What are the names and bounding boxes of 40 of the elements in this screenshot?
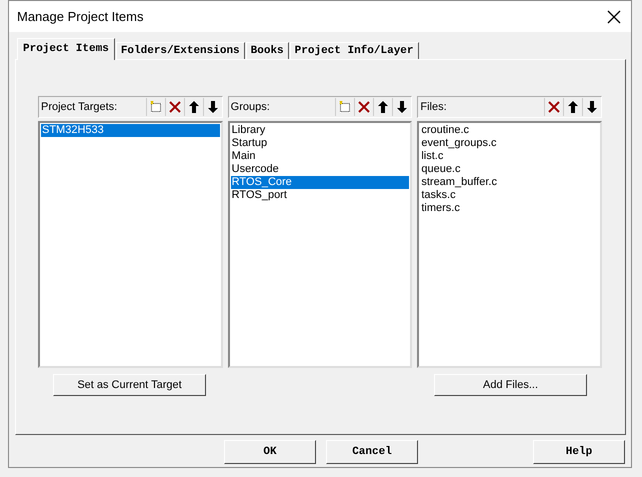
down-arrow-icon	[397, 101, 408, 113]
dialog-button[interactable]: Cancel	[326, 440, 418, 464]
delete-icon	[358, 101, 370, 113]
list-item[interactable]: Usercode	[230, 163, 410, 176]
list-item[interactable]: timers.c	[420, 202, 600, 215]
new-item-icon	[339, 101, 352, 113]
toolbar-button[interactable]	[164, 98, 184, 116]
tab[interactable]: Project Info/Layer	[290, 42, 418, 59]
new-item-icon	[150, 101, 162, 113]
up-arrow-icon	[378, 101, 388, 113]
list-label: Groups:	[230, 101, 271, 113]
close-icon[interactable]	[607, 10, 621, 24]
list-item[interactable]: Startup	[230, 137, 410, 150]
list-item[interactable]: RTOS_Core	[230, 176, 410, 189]
tab[interactable]: Folders/Extensions	[116, 42, 245, 59]
tab[interactable]: Project Items	[17, 38, 115, 60]
up-arrow-icon	[188, 101, 199, 113]
list-item[interactable]: list.c	[420, 150, 600, 163]
down-arrow-icon	[587, 101, 598, 113]
dialog-button[interactable]: Help	[533, 440, 625, 464]
list-item[interactable]: tasks.c	[420, 189, 600, 202]
list-item[interactable]: STM32H533	[41, 124, 220, 137]
dialog-button[interactable]: OK	[224, 440, 316, 464]
list-item[interactable]: Library	[230, 124, 410, 137]
delete-icon	[548, 101, 560, 113]
action-button[interactable]: Set as Current Target	[53, 374, 206, 396]
list-item[interactable]: RTOS_port	[230, 189, 410, 202]
list-item[interactable]: croutine.c	[420, 124, 600, 137]
list-item[interactable]: event_groups.c	[420, 137, 600, 150]
list-label: Files:	[420, 101, 448, 113]
down-arrow-icon	[208, 101, 218, 113]
window-title: Manage Project Items	[17, 9, 144, 24]
delete-icon	[168, 101, 181, 113]
list-label: Project Targets:	[41, 101, 118, 113]
list-item[interactable]: stream_buffer.c	[420, 176, 600, 189]
list-item[interactable]: queue.c	[420, 163, 600, 176]
list-item[interactable]: Main	[230, 150, 410, 163]
action-button[interactable]: Add Files...	[434, 374, 587, 396]
up-arrow-icon	[568, 101, 578, 113]
tab[interactable]: Books	[246, 42, 289, 59]
